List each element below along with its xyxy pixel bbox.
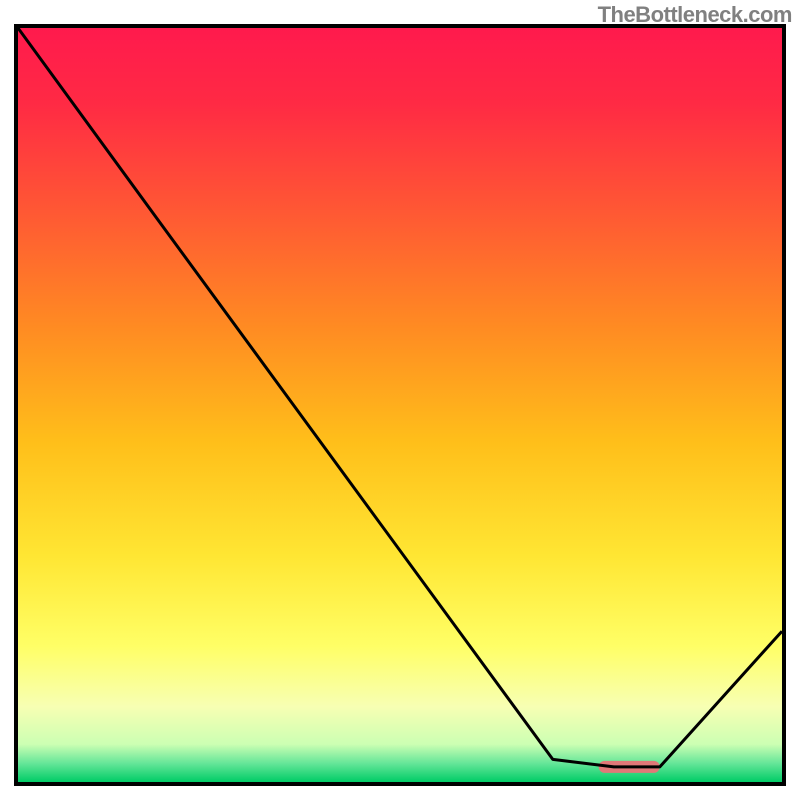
chart-frame (14, 24, 786, 786)
gradient-background (18, 28, 782, 782)
chart-svg (18, 28, 782, 782)
watermark-text: TheBottleneck.com (598, 2, 792, 28)
